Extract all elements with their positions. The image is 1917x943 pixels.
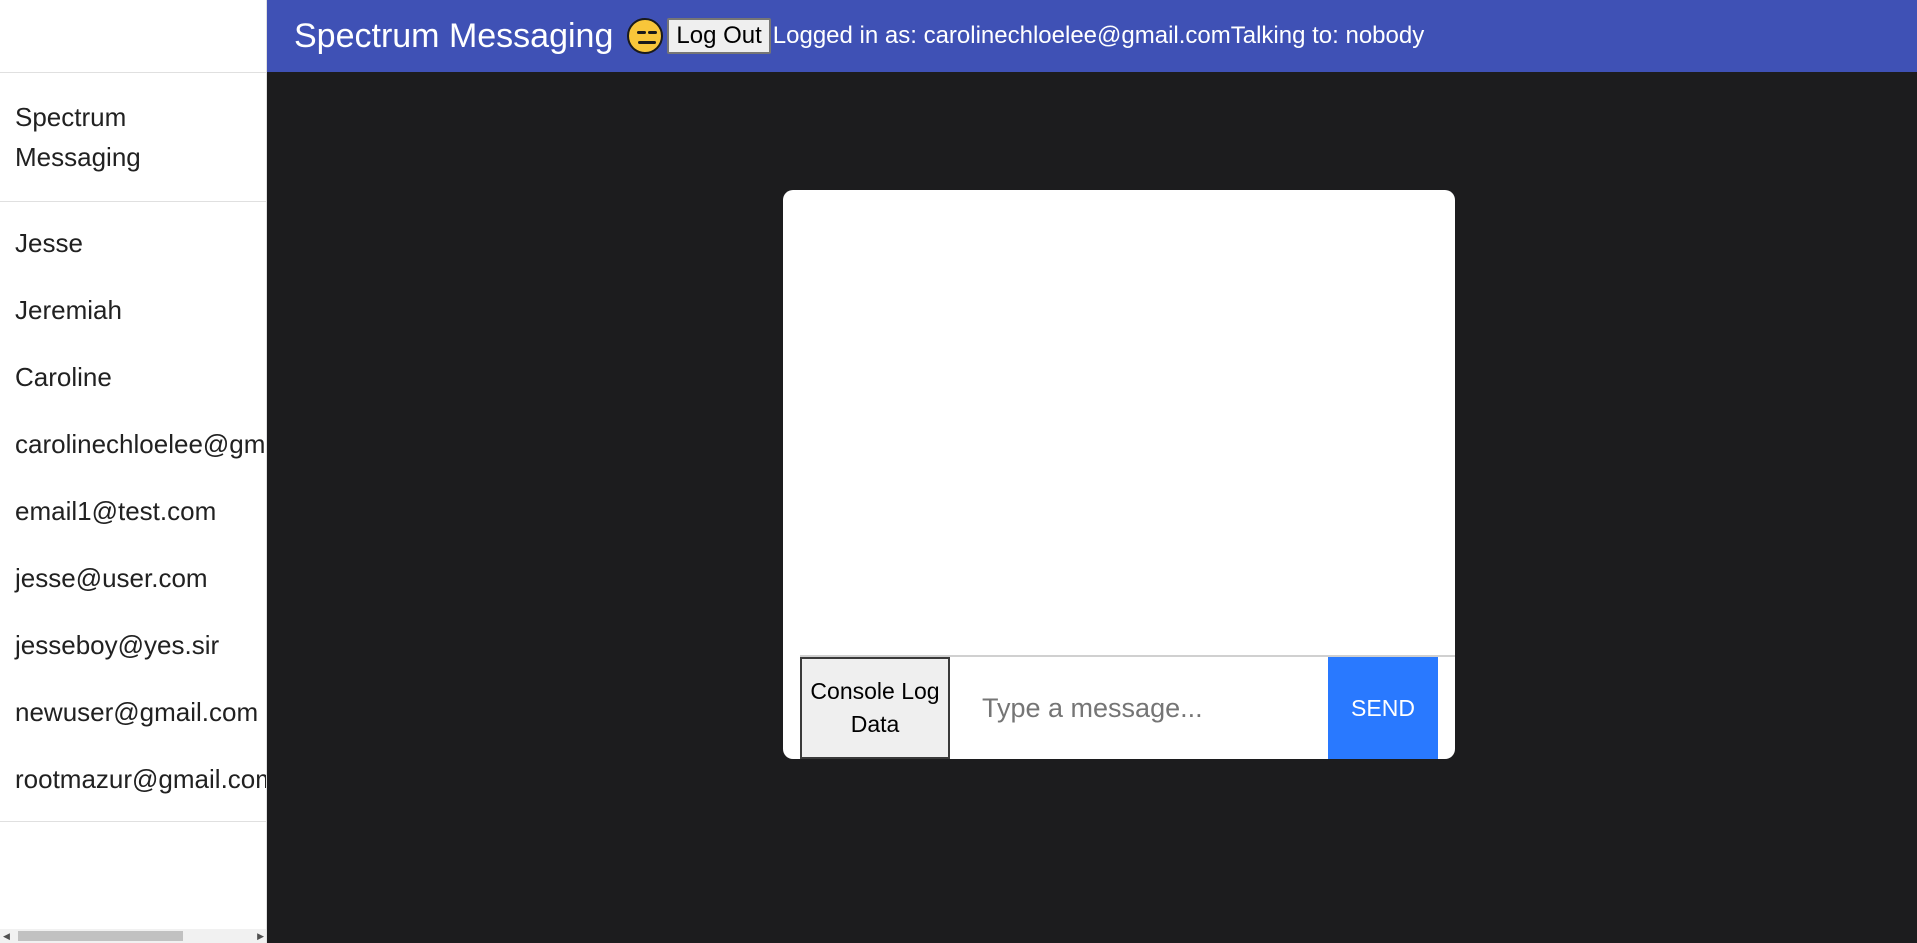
message-list xyxy=(783,190,1455,655)
chat-panel: Console Log Data SEND xyxy=(783,190,1455,759)
user-list-item[interactable]: newuser@gmail.com xyxy=(0,679,266,746)
user-list-item[interactable]: jesseboy@yes.sir xyxy=(0,612,266,679)
user-list-item[interactable]: rootmazur@gmail.com xyxy=(0,746,266,813)
send-button[interactable]: SEND xyxy=(1328,657,1438,759)
message-input[interactable] xyxy=(950,657,1328,759)
app-bar: Spectrum Messaging Log Out Logged in as:… xyxy=(267,0,1917,72)
logged-in-status: Logged in as: carolinechloelee@gmail.com xyxy=(772,22,1231,49)
user-list-item[interactable]: Jesse xyxy=(0,210,266,277)
scrollbar-thumb[interactable] xyxy=(18,931,183,941)
scroll-left-arrow-icon[interactable]: ◀ xyxy=(3,929,10,943)
user-list-item[interactable]: carolinechloelee@gmail.com xyxy=(0,411,266,478)
expressionless-face-icon xyxy=(627,18,664,54)
console-log-data-button[interactable]: Console Log Data xyxy=(800,657,950,759)
talking-to-status: Talking to: nobody xyxy=(1230,22,1425,49)
sidebar: Spectrum Messaging Jesse Jeremiah Caroli… xyxy=(0,0,267,943)
sidebar-horizontal-scrollbar[interactable]: ◀ ▶ xyxy=(0,929,266,943)
user-list-item[interactable]: jesse@user.com xyxy=(0,545,266,612)
user-list-item[interactable]: Jeremiah xyxy=(0,277,266,344)
message-composer: Console Log Data SEND xyxy=(800,655,1455,759)
user-list-item[interactable]: Caroline xyxy=(0,344,266,411)
user-list-item[interactable]: email1@test.com xyxy=(0,478,266,545)
logout-button[interactable]: Log Out xyxy=(667,18,771,54)
scroll-right-arrow-icon[interactable]: ▶ xyxy=(257,929,264,943)
sidebar-brand: Spectrum Messaging xyxy=(0,73,266,202)
user-list: Jesse Jeremiah Caroline carolinechloelee… xyxy=(0,202,266,822)
sidebar-header-spacer xyxy=(0,0,266,73)
app-title: Spectrum Messaging xyxy=(294,16,614,55)
